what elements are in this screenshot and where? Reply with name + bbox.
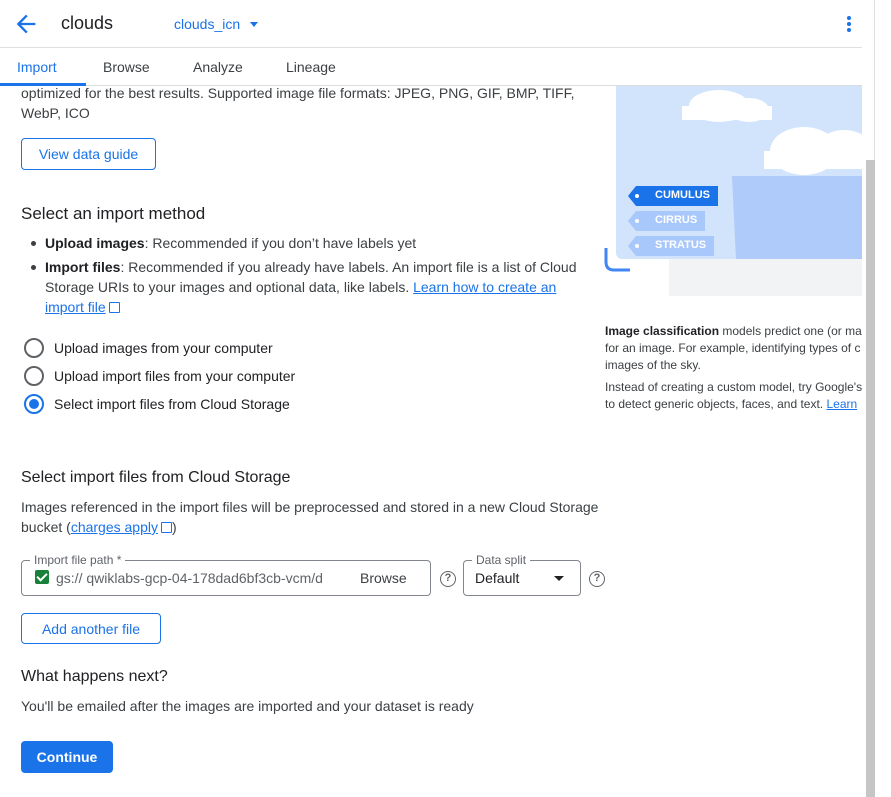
side-bold: Image classification [605, 324, 720, 338]
continue-button[interactable]: Continue [21, 741, 113, 773]
field-label: Import file path * [30, 553, 126, 567]
side-line: images of the sky. [605, 358, 701, 372]
link-text: charges apply [70, 519, 158, 535]
tab-browse[interactable]: Browse [103, 59, 150, 75]
chevron-down-icon [250, 21, 259, 27]
main-content: optimized for the best results. Supporte… [0, 86, 862, 797]
browse-button[interactable]: Browse [360, 570, 407, 586]
tag-stratus: STRATUS [628, 236, 714, 256]
checkbox-checked-icon[interactable] [35, 570, 49, 584]
import-file-path-field[interactable]: Import file path * gs:// qwiklabs-gcp-04… [21, 553, 431, 596]
radio-cloud-storage[interactable]: Select import files from Cloud Storage [24, 394, 290, 414]
import-file-path-input[interactable]: gs:// qwiklabs-gcp-04-178dad6bf3cb-vcm/d [56, 570, 334, 586]
side-line: Instead of creating a custom model, try … [605, 380, 862, 394]
dropdown-arrow-icon [554, 576, 564, 581]
side-line: Image classification models predict one … [605, 323, 862, 340]
side-description-2: Instead of creating a custom model, try … [605, 379, 862, 413]
radio-label: Upload images from your computer [54, 340, 273, 356]
back-arrow-icon[interactable] [12, 10, 40, 38]
tag-label: STRATUS [655, 239, 707, 251]
tab-lineage[interactable]: Lineage [286, 59, 336, 75]
view-data-guide-button[interactable]: View data guide [21, 138, 156, 170]
field-label: Data split [472, 553, 531, 567]
radio-circle-icon[interactable] [24, 338, 44, 358]
list-item: Import files: Recommended if you already… [30, 257, 590, 317]
side-text: to detect generic objects, faces, and te… [605, 397, 827, 411]
data-split-value: Default [475, 570, 520, 586]
import-method-list: Upload images: Recommended if you don’t … [30, 233, 590, 321]
page-title: clouds [61, 13, 114, 33]
external-link-icon [108, 302, 120, 313]
bullet-text: : Recommended if you don’t have labels y… [144, 235, 417, 251]
add-another-file-button[interactable]: Add another file [21, 613, 161, 644]
tab-analyze[interactable]: Analyze [193, 59, 243, 75]
help-icon[interactable]: ? [440, 571, 456, 587]
learn-more-link[interactable]: Learn [826, 397, 857, 411]
side-text: models predict one (or mar [719, 324, 862, 338]
list-item: Upload images: Recommended if you don’t … [30, 233, 590, 253]
help-icon[interactable]: ? [589, 571, 605, 587]
tag-cirrus: CIRRUS [628, 211, 705, 231]
tab-import[interactable]: Import [17, 59, 57, 75]
bullet-bold: Upload images [45, 235, 145, 251]
bullet-bold: Import files [45, 259, 121, 275]
tag-label: CIRRUS [655, 214, 698, 226]
radio-label: Select import files from Cloud Storage [54, 396, 290, 412]
scrollbar-thumb[interactable] [866, 160, 875, 797]
what-happens-next-heading: What happens next? [21, 668, 168, 685]
side-line: for an image. For example, identifying t… [605, 341, 861, 355]
data-split-select[interactable]: Data split Default [463, 553, 581, 596]
dataset-selector[interactable]: clouds_icn [174, 16, 259, 32]
dataset-name: clouds_icn [174, 16, 241, 32]
tag-label: CUMULUS [655, 189, 710, 201]
radio-label: Upload import files from your computer [54, 368, 296, 384]
tag-cumulus: CUMULUS [628, 186, 718, 206]
side-description-1: Image classification models predict one … [605, 323, 862, 374]
radio-selected-icon[interactable] [24, 394, 44, 414]
cloud-storage-heading: Select import files from Cloud Storage [21, 469, 291, 486]
app-header: clouds clouds_icn [0, 0, 862, 48]
more-vert-icon[interactable] [842, 14, 856, 34]
import-method-heading: Select an import method [21, 204, 206, 223]
charges-apply-link[interactable]: charges apply [71, 519, 172, 535]
radio-upload-images[interactable]: Upload images from your computer [24, 338, 273, 358]
cloud-storage-description: Images referenced in the import files wi… [21, 497, 601, 537]
tab-bar: Import Browse Analyze Lineage [0, 48, 862, 86]
what-happens-next-text: You'll be emailed after the images are i… [21, 698, 474, 714]
radio-circle-icon[interactable] [24, 366, 44, 386]
intro-text: optimized for the best results. Supporte… [21, 86, 575, 121]
side-line: to detect generic objects, faces, and te… [605, 396, 862, 413]
radio-upload-import-files[interactable]: Upload import files from your computer [24, 366, 295, 386]
description-end: ) [171, 519, 177, 535]
external-link-icon [160, 522, 172, 533]
